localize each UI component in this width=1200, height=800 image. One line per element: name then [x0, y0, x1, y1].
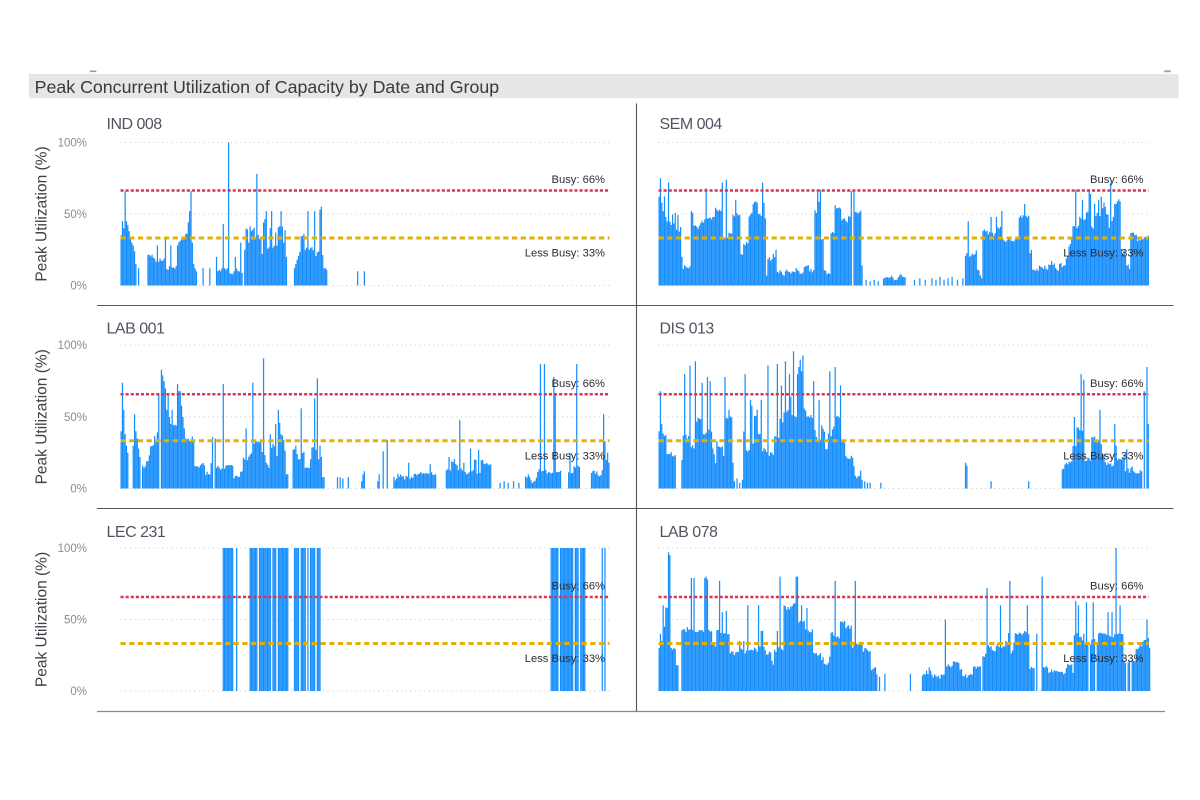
svg-text:LAB 078: LAB 078	[660, 524, 718, 541]
svg-text:Less Busy: 33%: Less Busy: 33%	[1063, 653, 1143, 665]
svg-text:Busy: 66%: Busy: 66%	[1090, 174, 1144, 186]
svg-text:Less Busy: 33%: Less Busy: 33%	[525, 653, 605, 665]
svg-text:Peak Utilization (%): Peak Utilization (%)	[34, 146, 51, 281]
svg-text:Less Busy: 33%: Less Busy: 33%	[1063, 451, 1143, 463]
svg-text:Peak Utilization (%): Peak Utilization (%)	[34, 349, 51, 484]
svg-text:100%: 100%	[58, 138, 87, 150]
svg-text:100%: 100%	[58, 543, 87, 555]
svg-text:50%: 50%	[64, 615, 87, 627]
svg-text:LAB 001: LAB 001	[107, 321, 165, 338]
svg-text:50%: 50%	[64, 209, 87, 221]
svg-text:Busy: 66%: Busy: 66%	[552, 581, 606, 593]
svg-text:Peak Utilization (%): Peak Utilization (%)	[34, 552, 51, 687]
svg-text:100%: 100%	[58, 340, 87, 352]
svg-text:Less Busy: 33%: Less Busy: 33%	[525, 451, 605, 463]
svg-text:0%: 0%	[70, 484, 87, 496]
svg-text:SEM 004: SEM 004	[660, 116, 723, 133]
svg-text:Busy: 66%: Busy: 66%	[1090, 378, 1144, 390]
svg-text:0%: 0%	[70, 281, 87, 293]
svg-text:Less Busy: 33%: Less Busy: 33%	[1063, 248, 1143, 260]
svg-text:0%: 0%	[70, 686, 87, 698]
svg-text:Busy: 66%: Busy: 66%	[552, 378, 606, 390]
svg-text:Less Busy: 33%: Less Busy: 33%	[525, 248, 605, 260]
svg-text:Busy: 66%: Busy: 66%	[1090, 581, 1144, 593]
svg-text:Peak Concurrent Utilization of: Peak Concurrent Utilization of Capacity …	[35, 77, 500, 97]
svg-text:50%: 50%	[64, 412, 87, 424]
svg-text:Busy: 66%: Busy: 66%	[552, 174, 606, 186]
svg-text:DIS 013: DIS 013	[660, 321, 715, 338]
svg-text:LEC 231: LEC 231	[107, 524, 166, 541]
svg-text:IND 008: IND 008	[107, 116, 163, 133]
